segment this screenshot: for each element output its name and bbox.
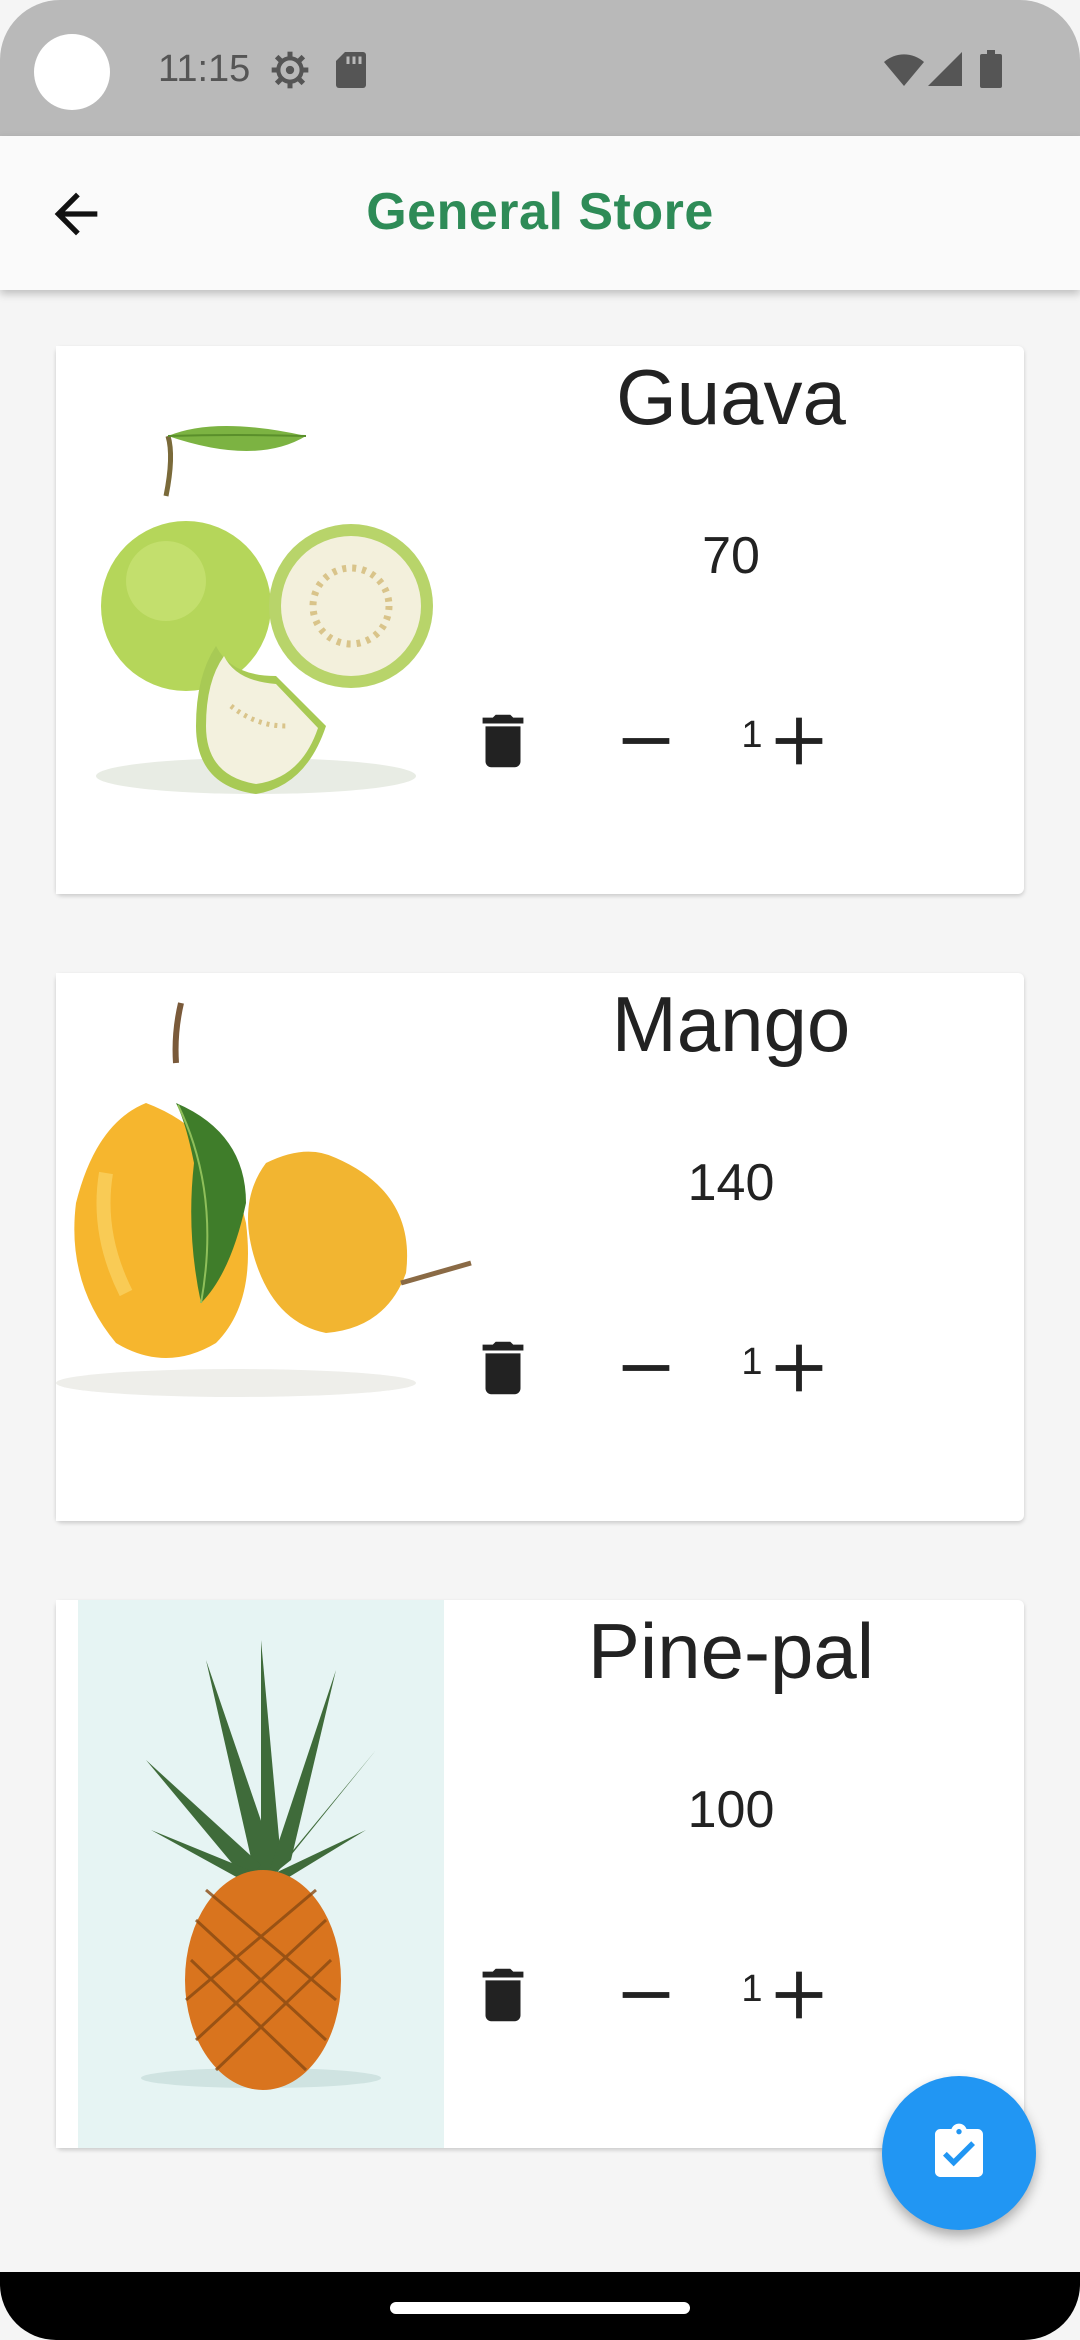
product-card-pineapple: Pine-pal 100 1 <box>56 1600 1024 2148</box>
camera-cutout <box>34 34 110 110</box>
product-name: Mango <box>611 980 851 1068</box>
wifi-icon <box>884 54 924 86</box>
checkout-fab[interactable] <box>882 2076 1036 2230</box>
product-price: 100 <box>687 1781 775 1839</box>
home-handle[interactable] <box>390 2302 690 2314</box>
delete-icon[interactable] <box>468 706 538 776</box>
increment-button[interactable] <box>764 1960 834 2030</box>
quantity-row: 1 <box>56 706 1024 776</box>
pineapple-image <box>56 1600 476 2148</box>
sd-card-icon <box>336 52 366 88</box>
status-time: 11:15 <box>158 48 251 90</box>
status-bar: 11:15 <box>0 0 1080 136</box>
delete-icon[interactable] <box>468 1333 538 1403</box>
battery-icon <box>980 50 1002 88</box>
product-price: 70 <box>702 527 760 585</box>
app-bar: General Store <box>0 136 1080 290</box>
product-card-guava: Guava 70 1 <box>56 346 1024 894</box>
decrement-button[interactable] <box>611 1960 681 2030</box>
delete-icon[interactable] <box>468 1960 538 2030</box>
navigation-bar <box>0 2272 1080 2340</box>
clipboard-check-icon <box>935 2123 983 2177</box>
decrement-button[interactable] <box>611 1333 681 1403</box>
quantity-row: 1 <box>56 1333 1024 1403</box>
product-name: Pine-pal <box>587 1607 875 1695</box>
product-price: 140 <box>687 1154 775 1212</box>
increment-button[interactable] <box>764 1333 834 1403</box>
product-card-mango: Mango 140 1 <box>56 973 1024 1521</box>
increment-button[interactable] <box>764 706 834 776</box>
decrement-button[interactable] <box>611 706 681 776</box>
quantity-row: 1 <box>56 1960 1024 2030</box>
mango-image <box>56 973 476 1521</box>
cell-signal-icon <box>928 52 962 86</box>
product-name: Guava <box>616 353 846 441</box>
settings-gear-icon <box>271 51 309 89</box>
page-title: General Store <box>366 183 714 241</box>
guava-image <box>56 346 476 894</box>
